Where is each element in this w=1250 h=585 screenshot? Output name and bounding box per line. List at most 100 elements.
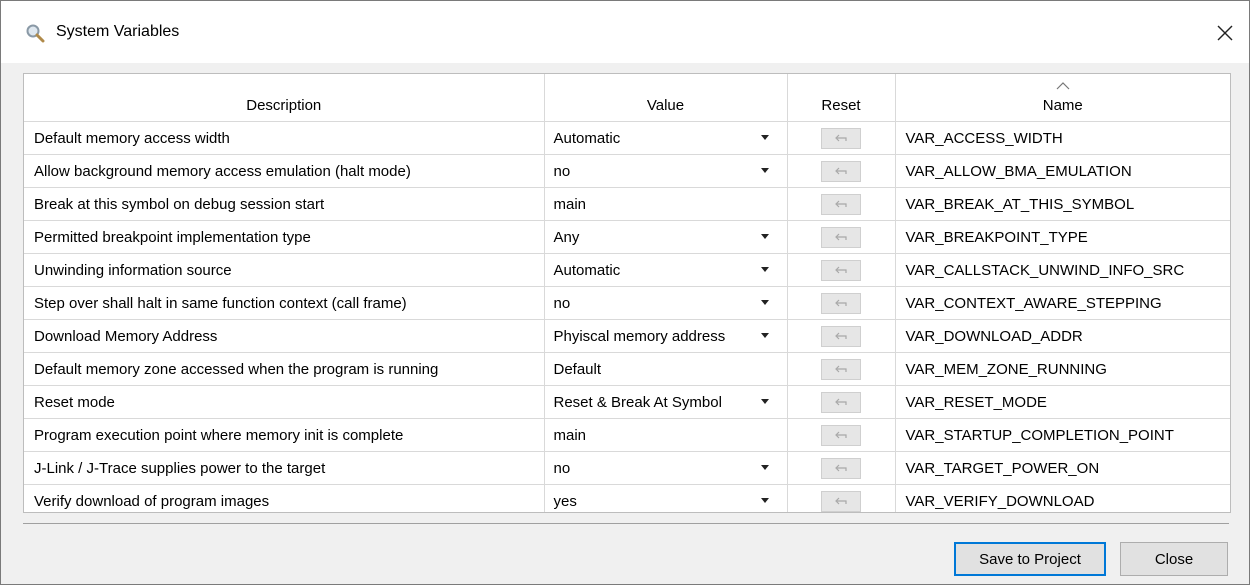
reset-cell — [787, 286, 896, 320]
value-field[interactable]: main — [544, 418, 788, 452]
undo-arrow-icon — [835, 233, 847, 240]
close-button[interactable]: Close — [1120, 542, 1228, 576]
name-cell: VAR_RESET_MODE — [895, 385, 1230, 419]
value-text: main — [553, 426, 587, 444]
reset-cell — [787, 319, 896, 353]
undo-arrow-icon — [835, 134, 847, 141]
description-cell: J-Link / J-Trace supplies power to the t… — [24, 451, 545, 485]
description-cell: Verify download of program images — [24, 484, 545, 512]
table-header-row: Description Value Reset Name — [24, 74, 1230, 122]
table-row[interactable]: Step over shall halt in same function co… — [24, 286, 1230, 320]
table-row[interactable]: Download Memory Address Phyiscal memory a… — [24, 319, 1230, 353]
name-cell: VAR_ACCESS_WIDTH — [895, 121, 1230, 155]
table-row[interactable]: J-Link / J-Trace supplies power to the t… — [24, 451, 1230, 485]
reset-cell — [787, 187, 896, 221]
close-icon[interactable] — [1207, 15, 1243, 51]
value-text: no — [553, 162, 571, 180]
reset-button[interactable] — [821, 226, 861, 248]
value-text: Automatic — [553, 129, 621, 147]
description-cell: Permitted breakpoint implementation type — [24, 220, 545, 254]
reset-button[interactable] — [821, 424, 861, 446]
title-bar: System Variables — [1, 1, 1249, 63]
description-cell: Default memory zone accessed when the pr… — [24, 352, 545, 386]
undo-arrow-icon — [835, 200, 847, 207]
dropdown-arrow-icon[interactable] — [760, 465, 769, 470]
table-row[interactable]: Permitted breakpoint implementation type… — [24, 220, 1230, 254]
table-row[interactable]: Verify download of program images yes VAR_… — [24, 484, 1230, 512]
reset-cell — [787, 220, 896, 254]
description-cell: Program execution point where memory ini… — [24, 418, 545, 452]
value-dropdown[interactable]: Reset & Break At Symbol — [544, 385, 788, 419]
value-dropdown[interactable]: yes — [544, 484, 788, 512]
name-cell: VAR_MEM_ZONE_RUNNING — [895, 352, 1230, 386]
value-text: yes — [553, 492, 577, 510]
save-to-project-button[interactable]: Save to Project — [954, 542, 1106, 576]
table-row[interactable]: Unwinding information source Automatic VAR… — [24, 253, 1230, 287]
name-cell: VAR_BREAKPOINT_TYPE — [895, 220, 1230, 254]
table-row[interactable]: Reset mode Reset & Break At Symbol VAR_RES… — [24, 385, 1230, 419]
dropdown-arrow-icon[interactable] — [760, 168, 769, 173]
dropdown-arrow-icon[interactable] — [760, 135, 769, 140]
dropdown-arrow-icon[interactable] — [760, 498, 769, 503]
value-dropdown[interactable]: Automatic — [544, 253, 788, 287]
description-cell: Default memory access width — [24, 121, 545, 155]
reset-button[interactable] — [821, 391, 861, 413]
column-header-value[interactable]: Value — [544, 74, 788, 122]
magnifier-icon — [25, 23, 45, 43]
reset-cell — [787, 451, 896, 485]
value-dropdown[interactable]: Phyiscal memory address — [544, 319, 788, 353]
name-cell: VAR_TARGET_POWER_ON — [895, 451, 1230, 485]
undo-arrow-icon — [835, 398, 847, 405]
table-row[interactable]: Break at this symbol on debug session st… — [24, 187, 1230, 221]
value-text: no — [553, 294, 571, 312]
dropdown-arrow-icon[interactable] — [760, 234, 769, 239]
reset-cell — [787, 253, 896, 287]
undo-arrow-icon — [835, 299, 847, 306]
undo-arrow-icon — [835, 464, 847, 471]
reset-cell — [787, 418, 896, 452]
dropdown-arrow-icon[interactable] — [760, 333, 769, 338]
value-text: Any — [553, 228, 580, 246]
undo-arrow-icon — [835, 431, 847, 438]
dropdown-arrow-icon[interactable] — [760, 300, 769, 305]
description-cell: Step over shall halt in same function co… — [24, 286, 545, 320]
window-title: System Variables — [56, 23, 180, 40]
table-row[interactable]: Program execution point where memory ini… — [24, 418, 1230, 452]
value-dropdown[interactable]: no — [544, 451, 788, 485]
reset-button[interactable] — [821, 160, 861, 182]
reset-button[interactable] — [821, 259, 861, 281]
reset-button[interactable] — [821, 457, 861, 479]
value-field[interactable]: main — [544, 187, 788, 221]
name-cell: VAR_CONTEXT_AWARE_STEPPING — [895, 286, 1230, 320]
table-row[interactable]: Allow background memory access emulation… — [24, 154, 1230, 188]
dropdown-arrow-icon[interactable] — [760, 267, 769, 272]
dropdown-arrow-icon[interactable] — [760, 399, 769, 404]
reset-button[interactable] — [821, 358, 861, 380]
table-row[interactable]: Default memory access width Automatic VAR_… — [24, 121, 1230, 155]
column-header-reset[interactable]: Reset — [787, 74, 896, 122]
value-dropdown[interactable]: no — [544, 154, 788, 188]
reset-button[interactable] — [821, 127, 861, 149]
reset-cell — [787, 385, 896, 419]
reset-cell — [787, 484, 896, 512]
reset-button[interactable] — [821, 193, 861, 215]
value-dropdown[interactable]: Any — [544, 220, 788, 254]
separator — [23, 523, 1229, 524]
value-dropdown[interactable]: no — [544, 286, 788, 320]
column-header-name[interactable]: Name — [895, 74, 1230, 122]
value-field[interactable]: Default — [544, 352, 788, 386]
reset-button[interactable] — [821, 490, 861, 512]
name-cell: VAR_STARTUP_COMPLETION_POINT — [895, 418, 1230, 452]
table-row[interactable]: Default memory zone accessed when the pr… — [24, 352, 1230, 386]
undo-arrow-icon — [835, 365, 847, 372]
reset-button[interactable] — [821, 292, 861, 314]
reset-cell — [787, 352, 896, 386]
name-cell: VAR_VERIFY_DOWNLOAD — [895, 484, 1230, 512]
description-cell: Download Memory Address — [24, 319, 545, 353]
variables-table: Description Value Reset Name Default mem… — [24, 74, 1230, 512]
column-header-description[interactable]: Description — [24, 74, 545, 122]
reset-button[interactable] — [821, 325, 861, 347]
value-dropdown[interactable]: Automatic — [544, 121, 788, 155]
column-header-name-label: Name — [1042, 97, 1083, 114]
description-cell: Unwinding information source — [24, 253, 545, 287]
